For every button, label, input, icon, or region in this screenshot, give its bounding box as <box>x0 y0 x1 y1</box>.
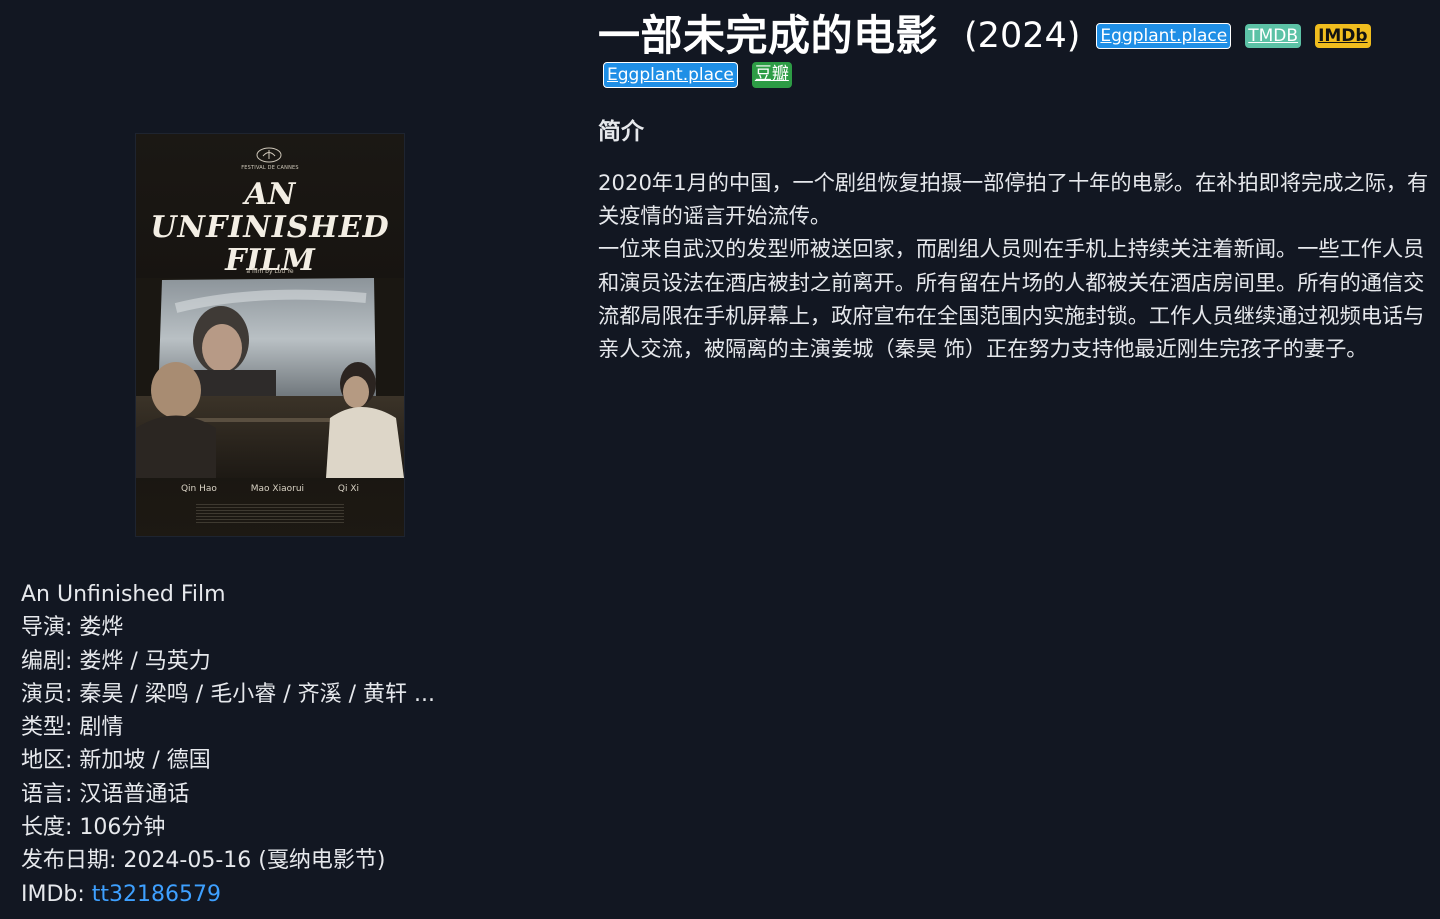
region-value: 新加坡 / 德国 <box>79 748 211 774</box>
poster-credits-block <box>196 504 344 524</box>
movie-poster[interactable]: FESTIVAL DE CANNES AN UNFINISHED FILM a … <box>136 134 404 536</box>
director-row: 导演: 娄烨 <box>21 611 435 644</box>
title-header: 一部未完成的电影 (2024) Eggplant.place TMDB IMDb <box>598 8 1371 64</box>
writer-label: 编剧: <box>21 648 80 674</box>
douban-link-badge[interactable]: 豆瓣 <box>751 62 792 88</box>
poster-byline: a film by Lou Ye <box>246 268 294 275</box>
movie-title: 一部未完成的电影 <box>598 11 939 60</box>
imdb-id-link[interactable]: tt32186579 <box>92 882 221 907</box>
synopsis-paragraph: 一位来自武汉的发型师被送回家，而剧组人员则在手机上持续关注着新闻。一些工作人员和… <box>598 236 1425 362</box>
region-label: 地区: <box>21 748 80 774</box>
badge-row: Eggplant.place 豆瓣 <box>603 62 792 88</box>
poster-title: AN UNFINISHED FILM <box>136 178 404 277</box>
cannes-palm-logo-icon <box>256 147 282 163</box>
imdb-label: IMDb: <box>21 881 92 907</box>
region-row: 地区: 新加坡 / 德国 <box>21 744 435 777</box>
runtime-row: 长度: 106分钟 <box>21 811 435 844</box>
synopsis-heading: 简介 <box>598 119 644 145</box>
eggplant-link-badge[interactable]: Eggplant.place <box>1096 23 1232 49</box>
synopsis-paragraph: 2020年1月的中国，一个剧组恢复拍摄一部停拍了十年的电影。在补拍即将完成之际，… <box>598 170 1429 229</box>
poster-scene-image <box>136 278 404 478</box>
cast-label: 演员: <box>21 681 80 707</box>
poster-title-line: AN <box>244 177 296 212</box>
language-label: 语言: <box>21 781 80 807</box>
movie-year: (2024) <box>964 16 1081 56</box>
genre-row: 类型: 剧情 <box>21 711 435 744</box>
runtime-label: 长度: <box>21 815 80 841</box>
cast-value: 秦昊 / 梁鸣 / 毛小睿 / 齐溪 / 黄轩 ... <box>79 681 435 707</box>
eggplant-link-badge-secondary[interactable]: Eggplant.place <box>603 62 738 88</box>
poster-cast: Qin Hao Mao Xiaorui Qi Xi <box>136 484 404 494</box>
imdb-link-badge[interactable]: IMDb <box>1315 24 1371 48</box>
director-label: 导演: <box>21 615 80 641</box>
genre-value: 剧情 <box>79 715 124 741</box>
writer-row: 编剧: 娄烨 / 马英力 <box>21 645 435 678</box>
cast-row: 演员: 秦昊 / 梁鸣 / 毛小睿 / 齐溪 / 黄轩 ... <box>21 678 435 711</box>
release-date-label: 发布日期: <box>21 848 124 874</box>
language-row: 语言: 汉语普通话 <box>21 778 435 811</box>
poster-cast-name: Qin Hao <box>180 484 217 494</box>
poster-cast-name: Qi Xi <box>337 484 360 494</box>
release-date-row: 发布日期: 2024-05-16 (戛纳电影节) <box>21 844 435 877</box>
poster-cast-name: Mao Xiaorui <box>250 484 305 494</box>
genre-label: 类型: <box>21 715 80 741</box>
movie-detail-page: FESTIVAL DE CANNES AN UNFINISHED FILM a … <box>0 0 1440 919</box>
movie-info-list: An Unfinished Film 导演: 娄烨 编剧: 娄烨 / 马英力 演… <box>21 578 435 911</box>
poster-title-line: UNFINISHED <box>150 210 390 245</box>
synopsis-text: 2020年1月的中国，一个剧组恢复拍摄一部停拍了十年的电影。在补拍即将完成之际，… <box>598 166 1430 365</box>
runtime-value: 106分钟 <box>79 815 166 841</box>
tmdb-link-badge[interactable]: TMDB <box>1245 24 1302 48</box>
imdb-row: IMDb: tt32186579 <box>21 878 435 911</box>
original-title: An Unfinished Film <box>21 582 226 607</box>
release-date-value: 2024-05-16 (戛纳电影节) <box>123 848 386 874</box>
director-value: 娄烨 <box>79 615 124 641</box>
language-value: 汉语普通话 <box>79 781 190 807</box>
poster-festival-text: FESTIVAL DE CANNES <box>241 165 299 171</box>
writer-value: 娄烨 / 马英力 <box>79 648 211 674</box>
